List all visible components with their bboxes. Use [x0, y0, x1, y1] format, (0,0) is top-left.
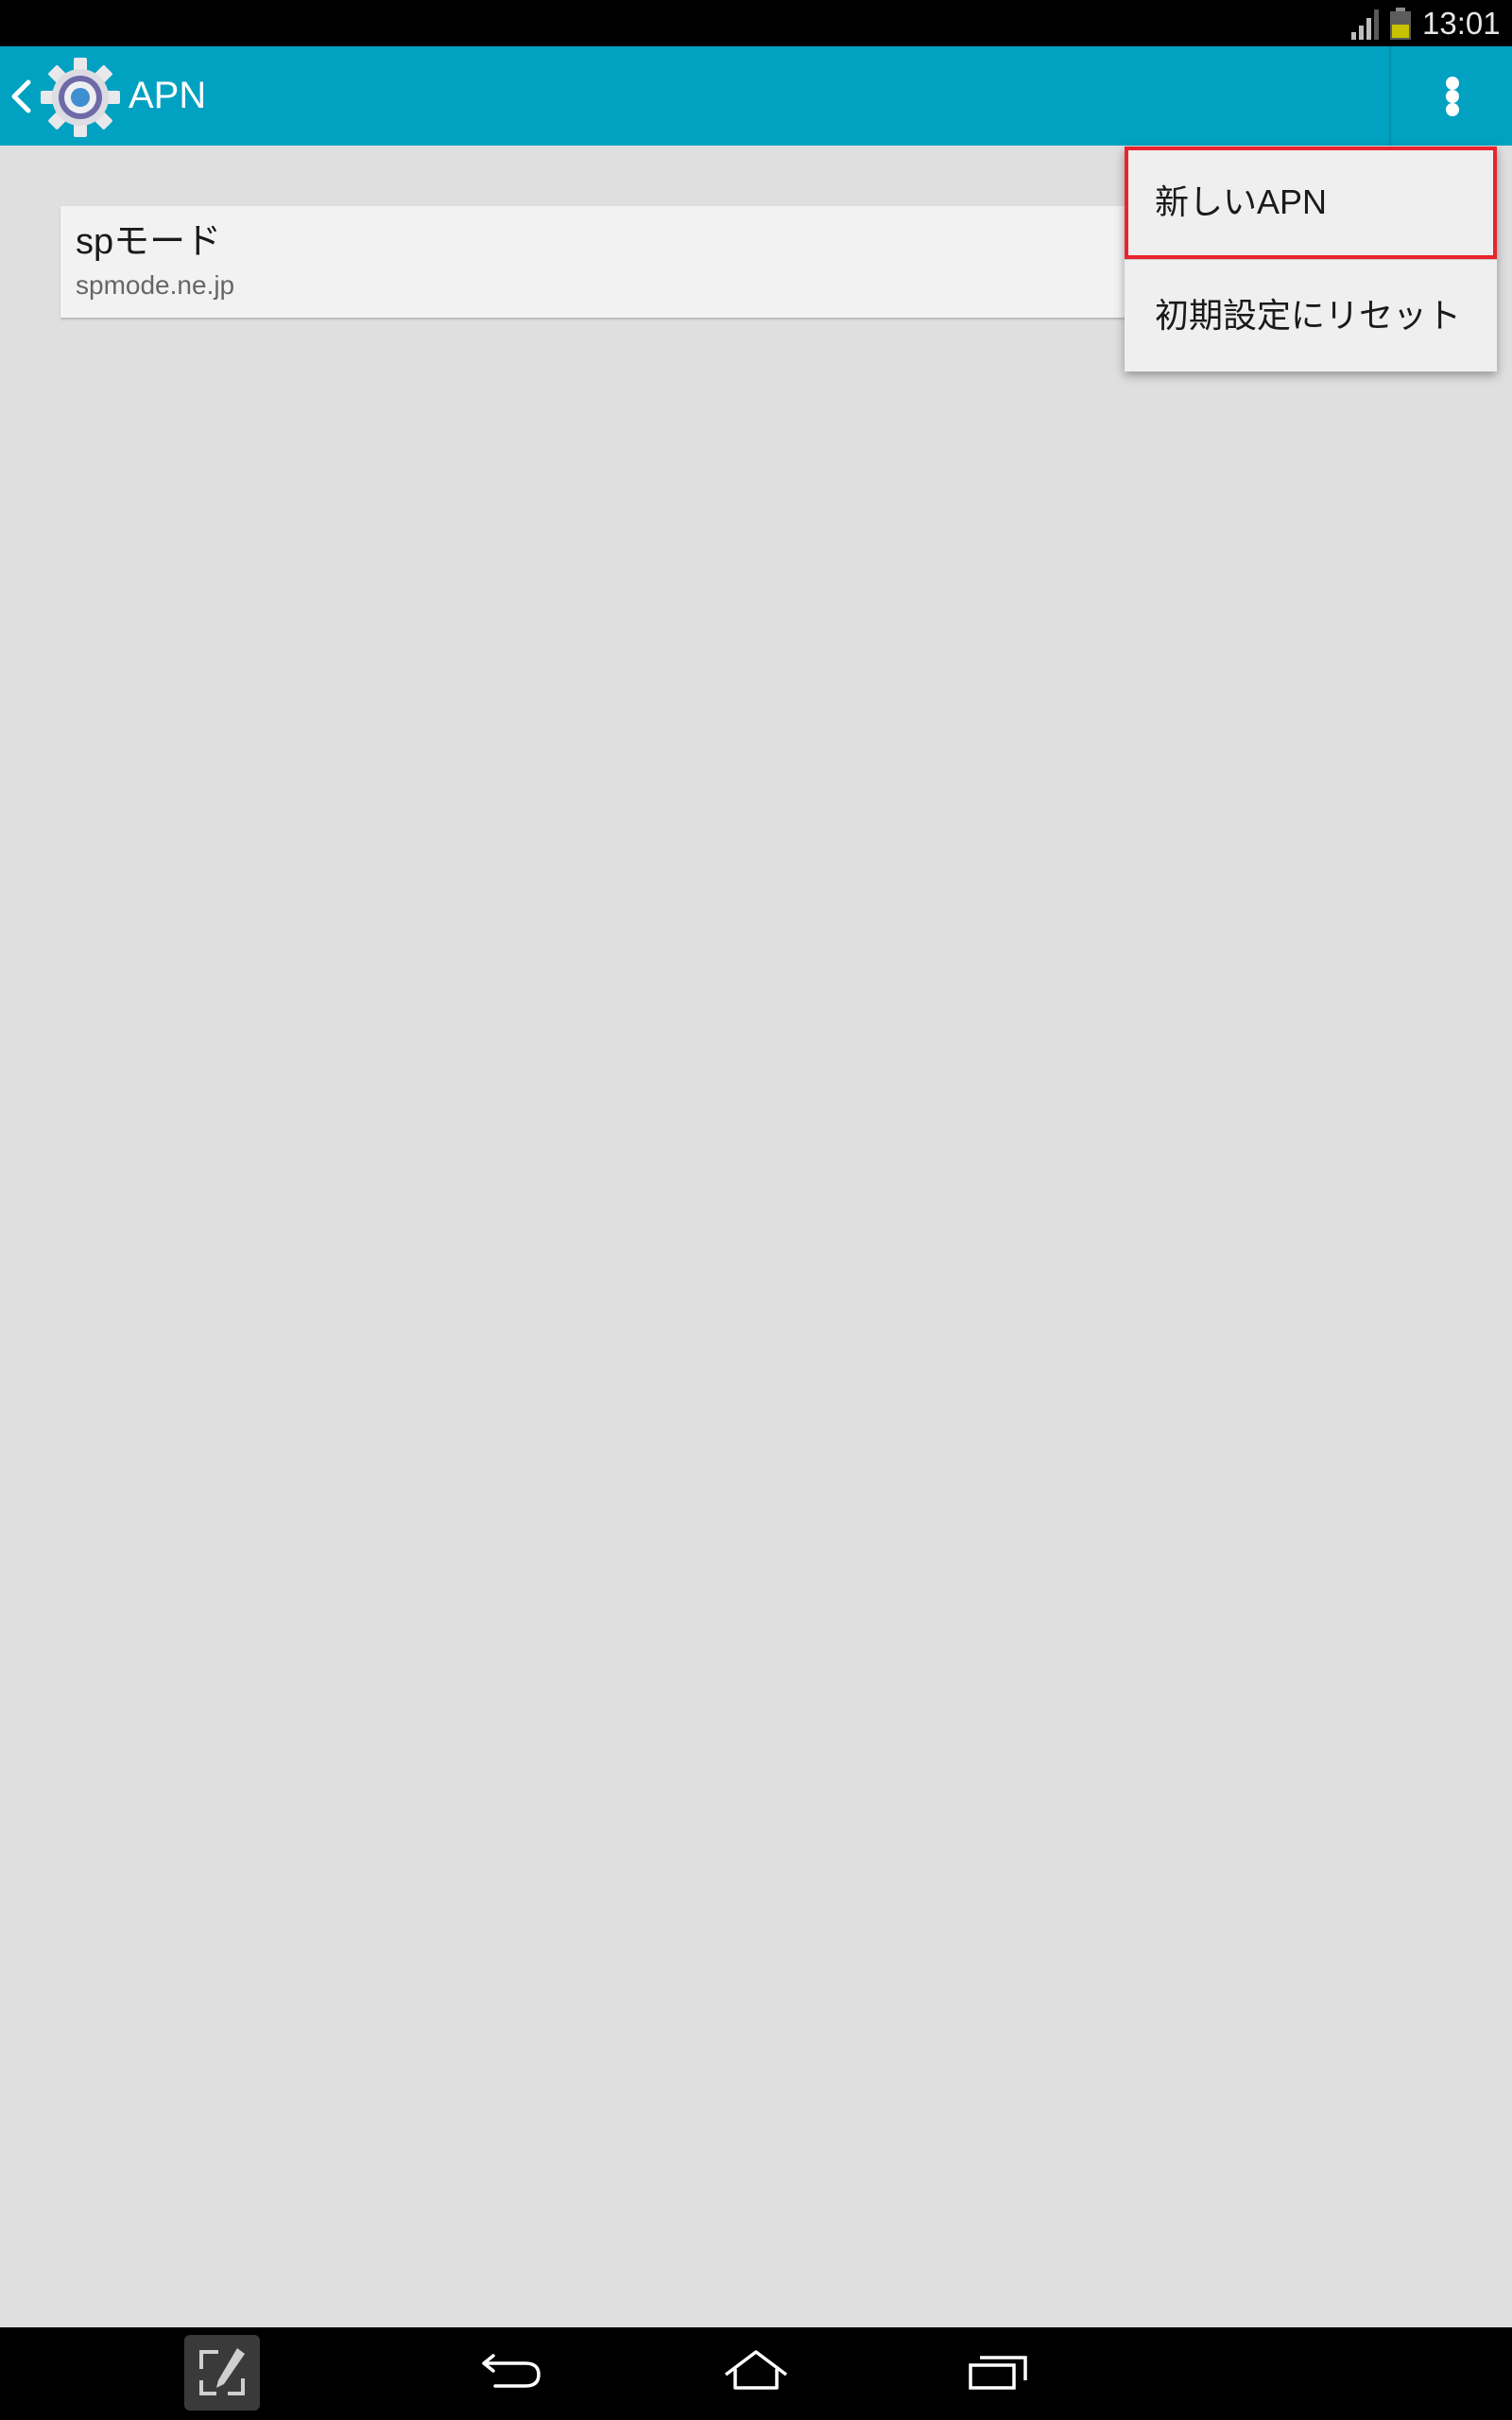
overflow-menu-button[interactable] — [1389, 46, 1512, 146]
recent-apps-icon — [969, 2356, 1027, 2390]
overflow-menu-icon — [1446, 77, 1459, 90]
apn-name: spモード — [76, 222, 222, 262]
overflow-dot — [1446, 90, 1459, 103]
battery-icon — [1390, 8, 1411, 40]
page-title: APN — [129, 75, 207, 116]
menu-item-label: 初期設定にリセット — [1155, 296, 1462, 335]
pen-window-icon — [199, 2348, 245, 2395]
home-button[interactable] — [718, 2327, 794, 2420]
overflow-menu: 新しいAPN 初期設定にリセット — [1125, 147, 1497, 372]
settings-gear-icon[interactable] — [40, 57, 121, 138]
menu-item-label: 新しいAPN — [1155, 182, 1328, 221]
recent-apps-button[interactable] — [959, 2327, 1035, 2420]
home-icon — [724, 2350, 788, 2390]
menu-item-reset-defaults[interactable]: 初期設定にリセット — [1125, 259, 1497, 372]
back-button[interactable] — [472, 2327, 548, 2420]
navigation-bar — [0, 2327, 1512, 2420]
overflow-dot — [1446, 103, 1459, 116]
apn-address: spmode.ne.jp — [76, 270, 235, 300]
status-time: 13:01 — [1422, 6, 1501, 41]
pen-window-button[interactable] — [184, 2335, 260, 2411]
action-bar: APN — [0, 46, 1512, 146]
back-icon[interactable] — [9, 78, 32, 114]
signal-icon — [1351, 9, 1379, 40]
back-arrow-icon — [482, 2354, 541, 2388]
menu-item-new-apn[interactable]: 新しいAPN — [1125, 147, 1497, 259]
status-bar: 13:01 — [0, 0, 1512, 46]
